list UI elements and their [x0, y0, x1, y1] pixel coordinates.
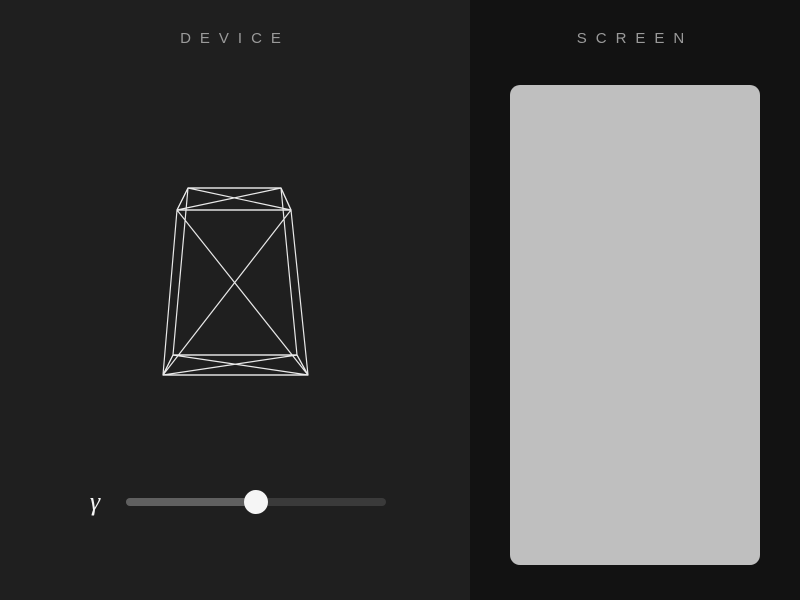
- screen-panel: SCREEN: [470, 0, 800, 600]
- gamma-slider-knob[interactable]: [244, 490, 268, 514]
- device-wireframe-icon: [115, 180, 355, 420]
- gamma-slider-row: γ: [0, 489, 470, 515]
- screen-header: SCREEN: [470, 30, 800, 47]
- gamma-slider-fill: [126, 498, 256, 506]
- gamma-slider[interactable]: [126, 490, 386, 514]
- screen-preview: [510, 85, 760, 565]
- gamma-label: γ: [84, 489, 106, 515]
- device-panel: DEVICE γ: [0, 0, 470, 600]
- device-stage: [0, 180, 470, 420]
- device-header: DEVICE: [0, 30, 470, 47]
